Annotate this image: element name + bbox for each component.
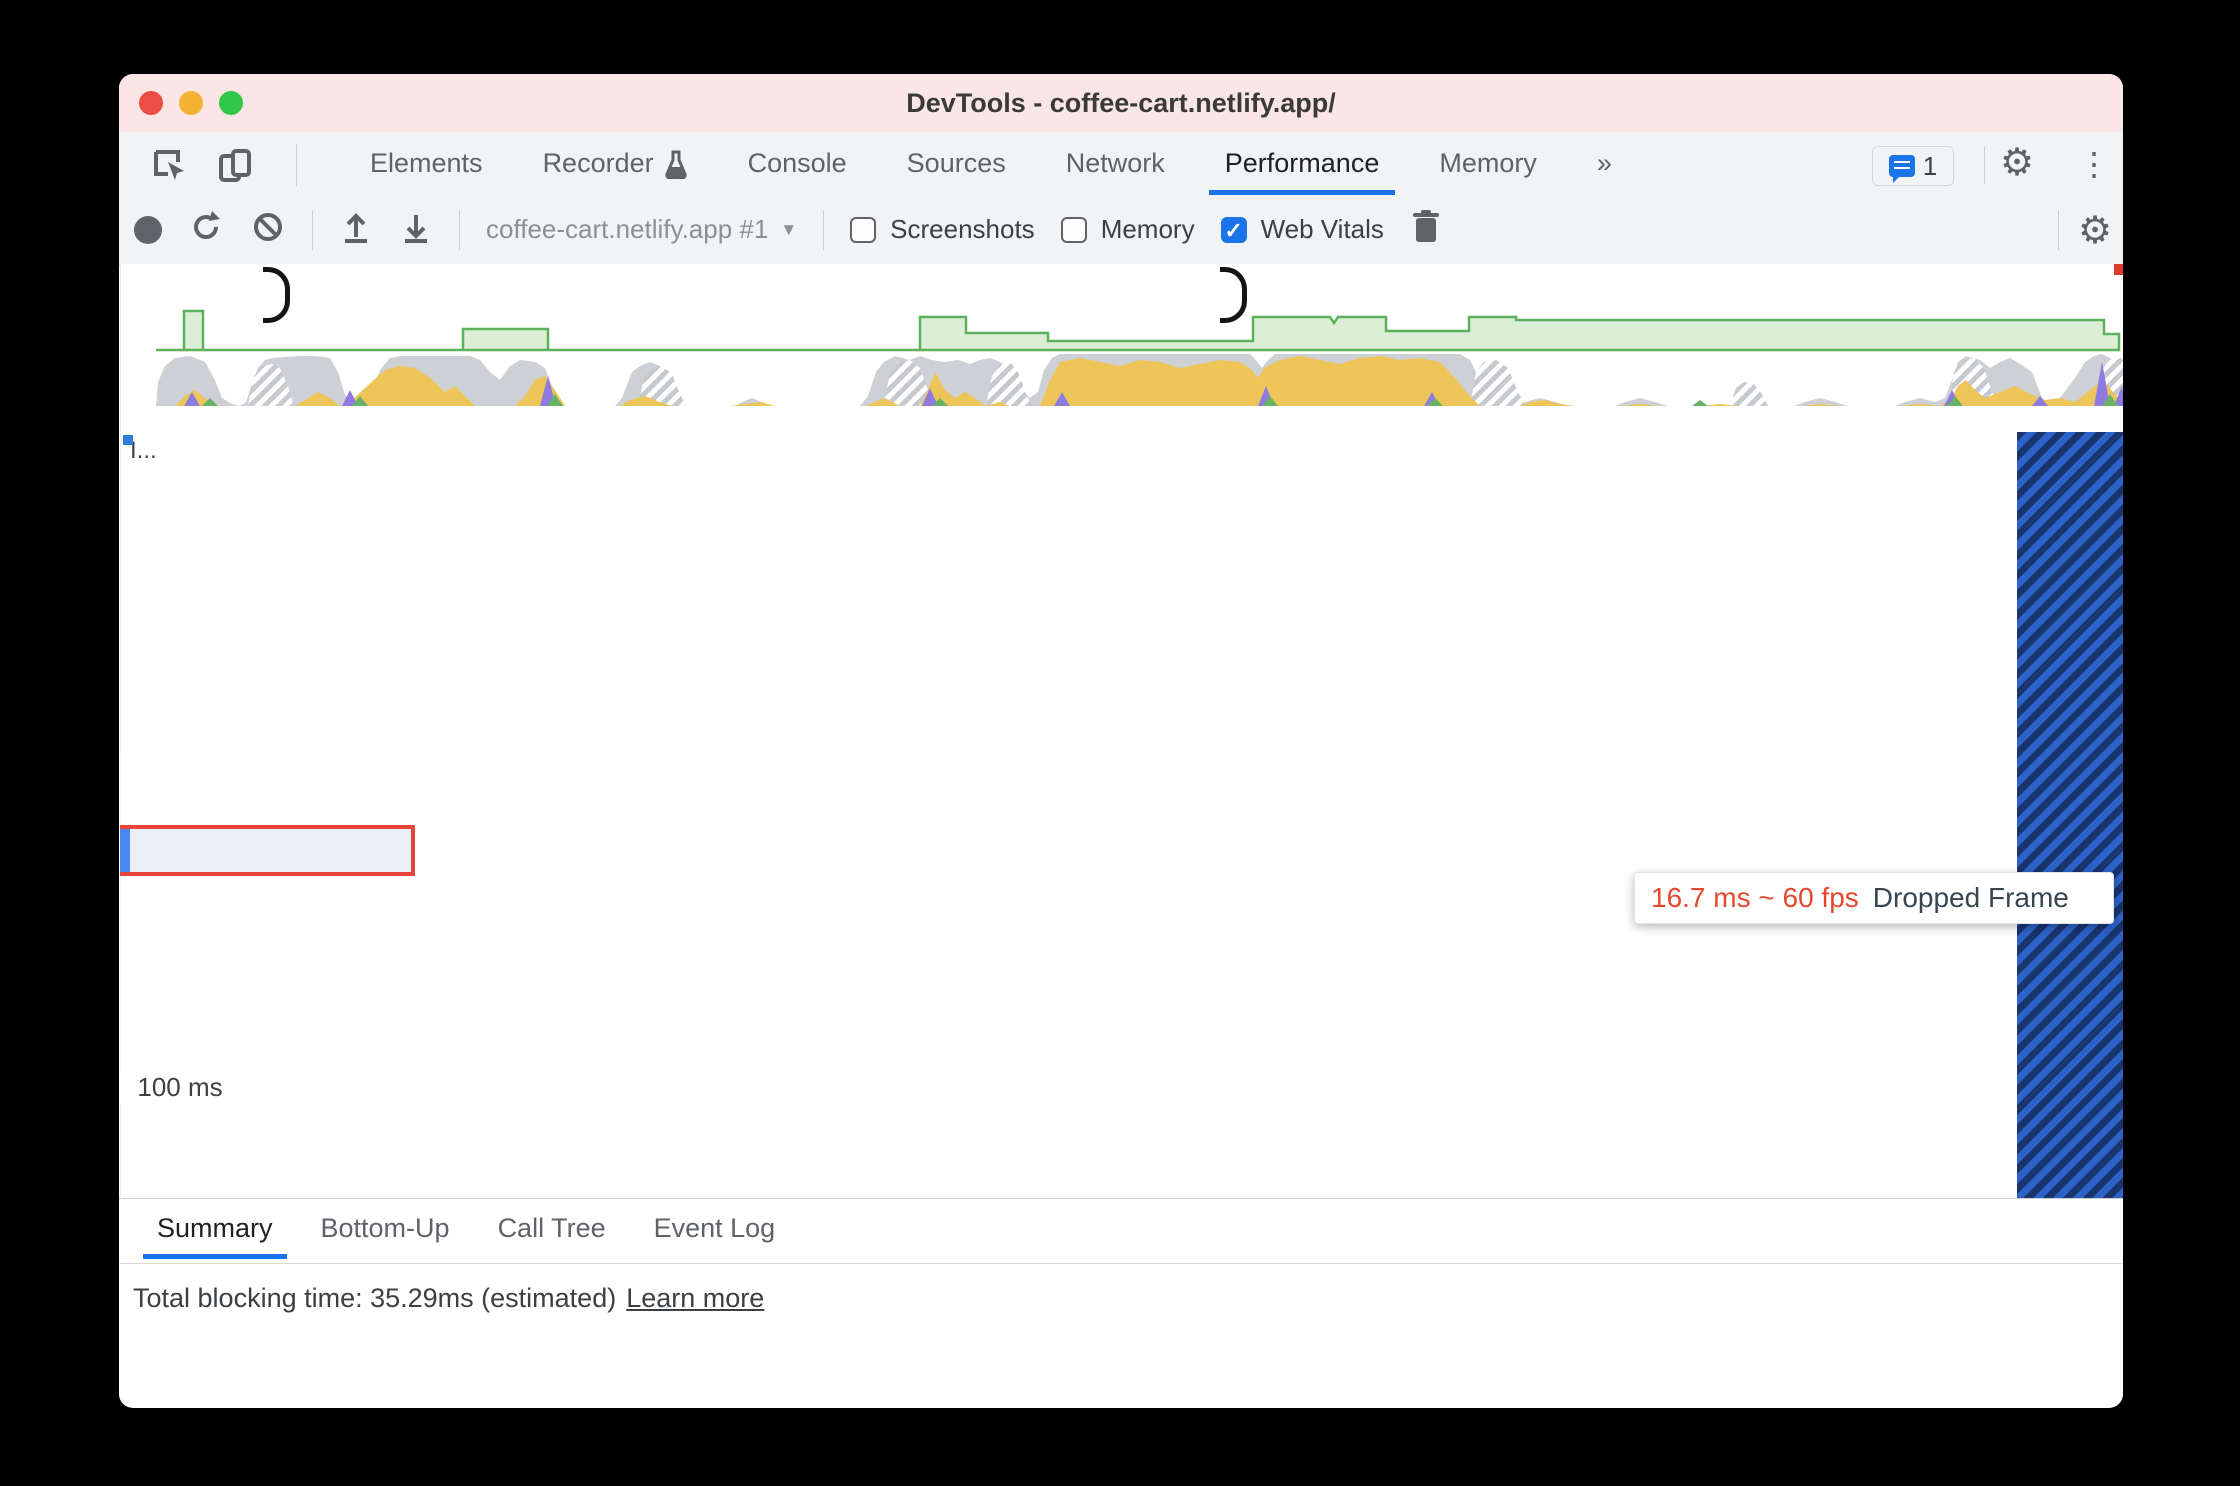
toolbar-divider: [312, 209, 313, 250]
tab-label: Elements: [370, 148, 483, 178]
tab-label: Network: [1065, 148, 1165, 178]
frames-highlight-annotation: [120, 825, 415, 876]
frame-status: Dropped Frame: [1872, 882, 2069, 913]
clear-recording-icon[interactable]: [250, 209, 286, 250]
profile-select[interactable]: coffee-cart.netlify.app #1: [486, 214, 768, 245]
window-title: DevTools - coffee-cart.netlify.app/: [906, 88, 1336, 118]
issues-counter-button[interactable]: 1: [1872, 146, 1954, 186]
capture-settings-gear-icon[interactable]: ⚙: [2078, 208, 2112, 253]
tab-label: Console: [747, 148, 847, 178]
timeline-gridline: [120, 1103, 121, 1198]
overview-charts: [156, 309, 2123, 406]
settings-gear-icon[interactable]: ⚙: [2000, 140, 2034, 185]
tabbar-divider: [1984, 146, 1985, 184]
memory-label[interactable]: Memory: [1101, 214, 1195, 245]
more-options-icon[interactable]: ⋮: [2078, 145, 2110, 183]
device-toolbar-icon[interactable]: [216, 146, 256, 191]
detail-tabs: Summary Bottom-Up Call Tree Event Log: [119, 1198, 2123, 1259]
record-button[interactable]: [134, 215, 162, 244]
load-profile-icon[interactable]: [339, 209, 373, 250]
detail-tab-summary[interactable]: Summary: [133, 1199, 297, 1259]
tab-sources[interactable]: Sources: [877, 132, 1036, 195]
web-vitals-checkbox[interactable]: ✓: [1220, 216, 1247, 243]
toolbar-divider: [823, 209, 825, 250]
screenshots-checkbox[interactable]: [850, 216, 877, 243]
devtools-window: DevTools - coffee-cart.netlify.app/ Elem…: [119, 74, 2123, 1408]
panel-tabs: Elements Recorder Console Sources Network Per…: [340, 132, 1642, 195]
reload-and-record-button[interactable]: [188, 209, 224, 250]
performance-controls: coffee-cart.netlify.app #1 ▼ Screenshots…: [134, 196, 1442, 263]
tab-label: Performance: [1224, 148, 1380, 178]
profile-select-chevron-icon[interactable]: ▼: [780, 220, 797, 240]
request-chip: [123, 435, 133, 445]
summary-footer: Total blocking time: 35.29ms (estimated)…: [119, 1263, 2123, 1333]
tab-label: Sources: [906, 148, 1006, 178]
tab-label: Memory: [1439, 148, 1537, 178]
filmstrip-gridline: [120, 755, 121, 1072]
learn-more-link[interactable]: Learn more: [626, 1283, 764, 1314]
tab-performance[interactable]: Performance: [1195, 132, 1410, 195]
garbage-collect-icon[interactable]: [1410, 208, 1442, 251]
issues-icon: [1888, 155, 1915, 183]
tab-console[interactable]: Console: [718, 132, 877, 195]
tab-network[interactable]: Network: [1036, 132, 1195, 195]
save-profile-icon[interactable]: [399, 209, 433, 250]
more-tabs-icon[interactable]: »: [1567, 132, 1642, 195]
detail-tab-call-tree[interactable]: Call Tree: [474, 1199, 630, 1259]
timeline-gridline: [120, 432, 121, 755]
total-blocking-time: Total blocking time: 35.29ms (estimated): [133, 1283, 617, 1313]
detail-tab-event-log[interactable]: Event Log: [630, 1199, 800, 1259]
request-label: I...: [130, 437, 157, 464]
issues-count: 1: [1922, 150, 1938, 181]
toolbar-divider: [296, 144, 297, 186]
frames-selected-strip: [120, 829, 130, 872]
tab-label: Recorder: [542, 148, 654, 178]
frame-timing: 16.7 ms ~ 60 fps: [1651, 882, 1859, 913]
inspect-element-icon[interactable]: [150, 146, 190, 191]
tab-recorder[interactable]: Recorder: [513, 132, 718, 195]
screenshots-label[interactable]: Screenshots: [890, 214, 1035, 245]
web-vitals-label[interactable]: Web Vitals: [1261, 214, 1384, 245]
toolbar-divider: [459, 209, 460, 250]
memory-checkbox[interactable]: [1060, 216, 1087, 243]
toolbar-divider: [2058, 210, 2059, 250]
timeline-ruler-label: 100 ms: [137, 1072, 223, 1102]
timeline-overview[interactable]: 50 ms150 ms250 ms350 ms450 ms550 ms650 m…: [120, 264, 2123, 433]
flask-icon: [664, 150, 687, 179]
frame-tooltip: 16.7 ms ~ 60 fps Dropped Frame: [1634, 872, 2114, 924]
tab-elements[interactable]: Elements: [340, 132, 513, 195]
dropped-frames-cap: [2114, 264, 2123, 275]
detail-tab-bottom-up[interactable]: Bottom-Up: [297, 1199, 474, 1259]
tab-memory[interactable]: Memory: [1409, 132, 1567, 195]
timeline-tracks: 100 ms150 ms200 ms250 ms300 ms350 ms400 …: [120, 432, 2123, 1198]
